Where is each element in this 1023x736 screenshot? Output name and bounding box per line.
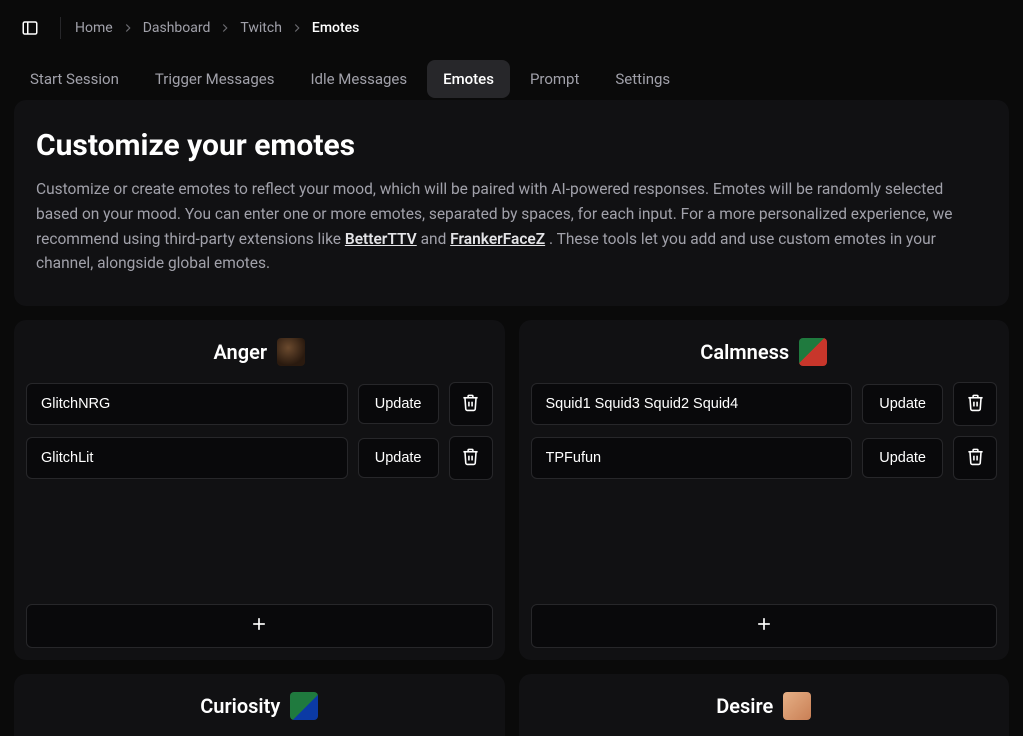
- breadcrumb: Home Dashboard Twitch Emotes: [75, 20, 359, 36]
- sidebar-toggle-button[interactable]: [14, 12, 46, 44]
- emote-row: Update: [26, 436, 493, 480]
- plus-icon: [249, 614, 269, 638]
- tab-emotes[interactable]: Emotes: [427, 60, 510, 98]
- emote-input[interactable]: [26, 437, 348, 479]
- update-button[interactable]: Update: [358, 438, 439, 478]
- update-button[interactable]: Update: [358, 384, 439, 424]
- breadcrumb-twitch[interactable]: Twitch: [240, 20, 282, 36]
- delete-button[interactable]: [953, 382, 997, 426]
- page-description: Customize or create emotes to reflect yo…: [36, 177, 987, 276]
- card-title: Curiosity: [200, 694, 280, 718]
- mood-emote-icon: [277, 338, 305, 366]
- emote-card-calmness: Calmness Update Update: [519, 320, 1010, 660]
- emote-rows: Update Update: [26, 382, 493, 594]
- chevron-right-icon: [121, 21, 135, 35]
- page-title: Customize your emotes: [36, 128, 987, 163]
- delete-button[interactable]: [449, 436, 493, 480]
- mood-emote-icon: [290, 692, 318, 720]
- desc-text: and: [417, 230, 450, 248]
- card-header: Curiosity: [26, 692, 493, 720]
- delete-button[interactable]: [449, 382, 493, 426]
- card-title: Desire: [716, 694, 773, 718]
- hero-panel: Customize your emotes Customize or creat…: [14, 100, 1009, 306]
- emote-rows: Update Update: [531, 382, 998, 594]
- sidebar-icon: [21, 19, 39, 37]
- trash-icon: [461, 447, 480, 469]
- betterttv-link[interactable]: BetterTTV: [345, 230, 417, 248]
- breadcrumb-emotes[interactable]: Emotes: [312, 20, 359, 36]
- trash-icon: [461, 393, 480, 415]
- card-title: Calmness: [700, 340, 789, 364]
- update-button[interactable]: Update: [862, 438, 943, 478]
- update-button[interactable]: Update: [862, 384, 943, 424]
- breadcrumb-dashboard[interactable]: Dashboard: [143, 20, 211, 36]
- frankerfacez-link[interactable]: FrankerFaceZ: [450, 230, 545, 248]
- tab-trigger-messages[interactable]: Trigger Messages: [139, 60, 291, 98]
- emote-row: Update: [531, 382, 998, 426]
- emote-card-desire: Desire: [519, 674, 1010, 736]
- tab-idle-messages[interactable]: Idle Messages: [294, 60, 423, 98]
- card-header: Desire: [531, 692, 998, 720]
- tab-settings[interactable]: Settings: [599, 60, 686, 98]
- emote-input[interactable]: [531, 383, 853, 425]
- card-title: Anger: [213, 340, 267, 364]
- trash-icon: [966, 447, 985, 469]
- chevron-right-icon: [290, 21, 304, 35]
- emote-input[interactable]: [26, 383, 348, 425]
- vertical-separator: [60, 17, 61, 39]
- add-emote-button[interactable]: [26, 604, 493, 648]
- mood-emote-icon: [783, 692, 811, 720]
- plus-icon: [754, 614, 774, 638]
- emote-row: Update: [531, 436, 998, 480]
- chevron-right-icon: [218, 21, 232, 35]
- breadcrumb-home[interactable]: Home: [75, 20, 113, 36]
- emote-input[interactable]: [531, 437, 853, 479]
- tab-prompt[interactable]: Prompt: [514, 60, 595, 98]
- emote-card-anger: Anger Update Update: [14, 320, 505, 660]
- trash-icon: [966, 393, 985, 415]
- add-emote-button[interactable]: [531, 604, 998, 648]
- delete-button[interactable]: [953, 436, 997, 480]
- emote-cards-grid: Anger Update Update Calmness Update Update Cur…: [14, 320, 1009, 736]
- emote-card-curiosity: Curiosity: [14, 674, 505, 736]
- card-header: Anger: [26, 338, 493, 366]
- tab-start-session[interactable]: Start Session: [14, 60, 135, 98]
- mood-emote-icon: [799, 338, 827, 366]
- emote-row: Update: [26, 382, 493, 426]
- top-bar: Home Dashboard Twitch Emotes: [0, 0, 1023, 56]
- main-scroll-area[interactable]: Customize your emotes Customize or creat…: [0, 100, 1023, 736]
- card-header: Calmness: [531, 338, 998, 366]
